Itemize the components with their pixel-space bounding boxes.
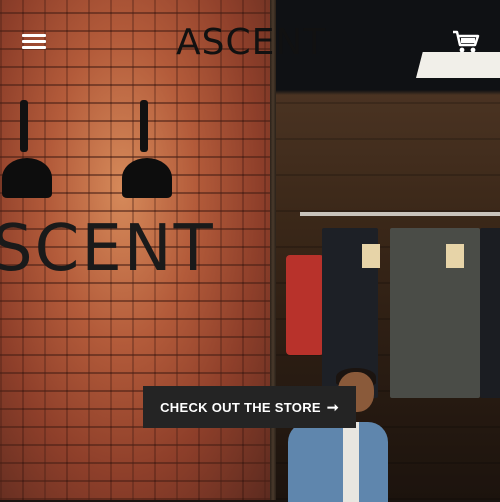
hamburger-menu-icon[interactable] [22, 32, 46, 52]
red-jacket [286, 255, 324, 355]
pants-black [480, 228, 500, 398]
price-tag [362, 244, 380, 268]
clothing-rail [300, 212, 500, 216]
arrow-right-icon: ➞ [326, 398, 339, 415]
site-header: ASCENT [0, 0, 500, 84]
site-logo[interactable]: ASCENT [176, 22, 326, 63]
cta-label: CHECK OUT THE STORE [160, 399, 321, 415]
pants-grey [390, 228, 480, 398]
wall-sign: SCENT [0, 212, 215, 286]
price-tag [446, 244, 464, 268]
check-out-store-button[interactable]: CHECK OUT THE STORE ➞ [143, 386, 356, 428]
shopping-cart-icon[interactable] [452, 30, 480, 54]
